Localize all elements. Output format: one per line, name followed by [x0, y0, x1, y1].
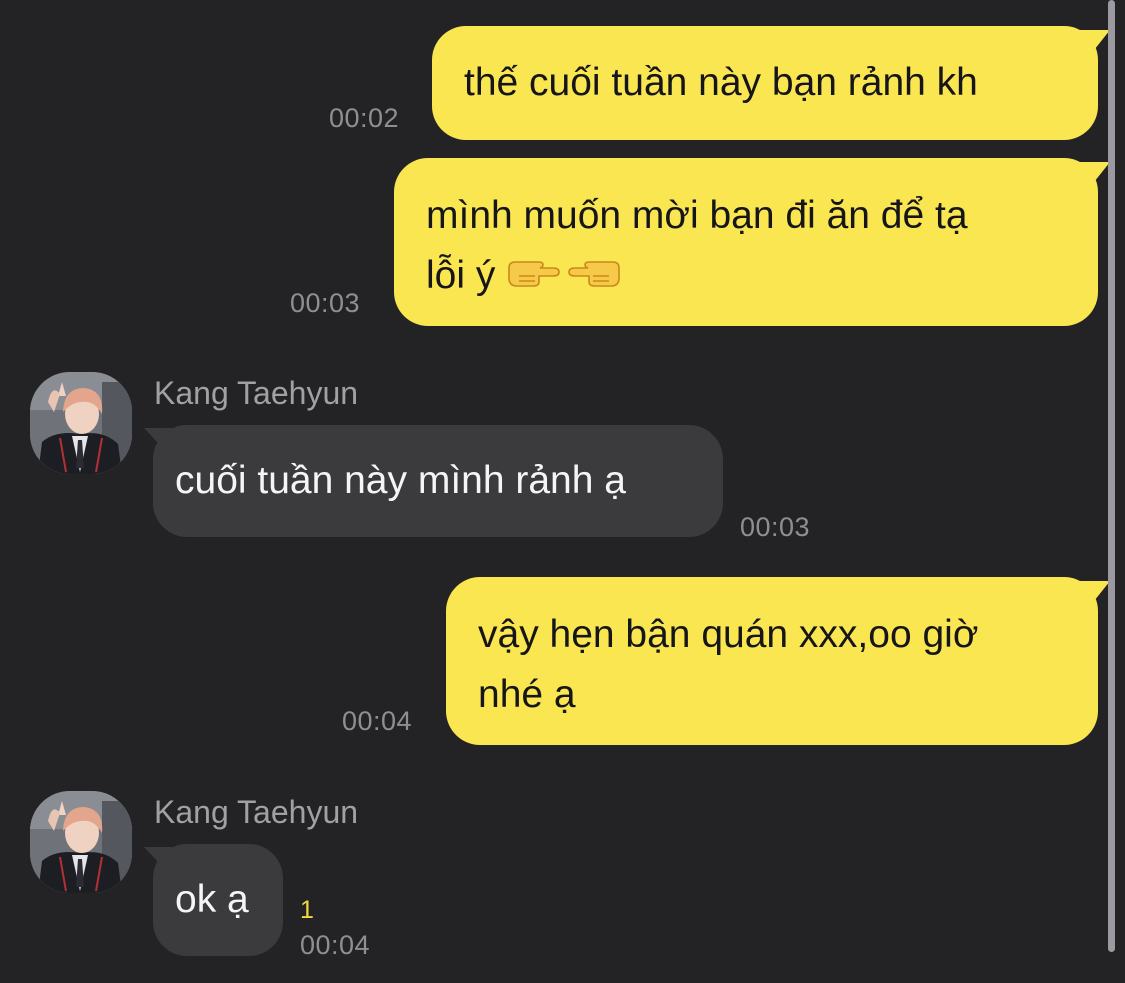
message-timestamp: 00:03 — [740, 512, 811, 542]
sender-name: Kang Taehyun — [154, 375, 359, 411]
message-timestamp: 00:04 — [342, 706, 413, 736]
unread-count-badge: 1 — [300, 896, 314, 924]
outgoing-message-bubble[interactable]: thế cuối tuần này bạn rảnh kh — [432, 26, 1098, 140]
pointing-right-hand-icon — [505, 248, 563, 308]
outgoing-message-bubble[interactable]: mình muốn mời bạn đi ăn để tạ lỗi ý — [394, 158, 1098, 326]
chat-log: 00:02 thế cuối tuần này bạn rảnh kh 00:0… — [0, 0, 1125, 983]
message-text-line: mình muốn mời bạn đi ăn để tạ — [426, 194, 968, 237]
outgoing-message-bubble[interactable]: vậy hẹn bận quán xxx,oo giờ nhé ạ — [446, 577, 1098, 745]
message-timestamp: 00:03 — [290, 288, 361, 318]
avatar-photo-icon — [30, 791, 132, 893]
message-text-line: lỗi ý — [426, 246, 1066, 308]
message-text: ok ạ — [175, 878, 249, 921]
sender-name: Kang Taehyun — [154, 794, 359, 830]
message-text-line: vậy hẹn bận quán xxx,oo giờ — [478, 613, 979, 656]
scrollbar[interactable] — [1108, 0, 1115, 952]
pointing-left-hand-icon — [565, 248, 623, 308]
message-text-line: nhé ạ — [478, 673, 576, 716]
contact-avatar[interactable] — [30, 791, 132, 893]
message-text: thế cuối tuần này bạn rảnh kh — [464, 61, 978, 104]
incoming-message-bubble[interactable]: ok ạ — [153, 844, 283, 956]
message-timestamp: 00:02 — [329, 103, 400, 133]
incoming-message-bubble[interactable]: cuối tuần này mình rảnh ạ — [153, 425, 723, 537]
contact-avatar[interactable] — [30, 372, 132, 474]
avatar-photo-icon — [30, 372, 132, 474]
message-text: cuối tuần này mình rảnh ạ — [175, 459, 626, 502]
message-timestamp: 00:04 — [300, 930, 371, 960]
